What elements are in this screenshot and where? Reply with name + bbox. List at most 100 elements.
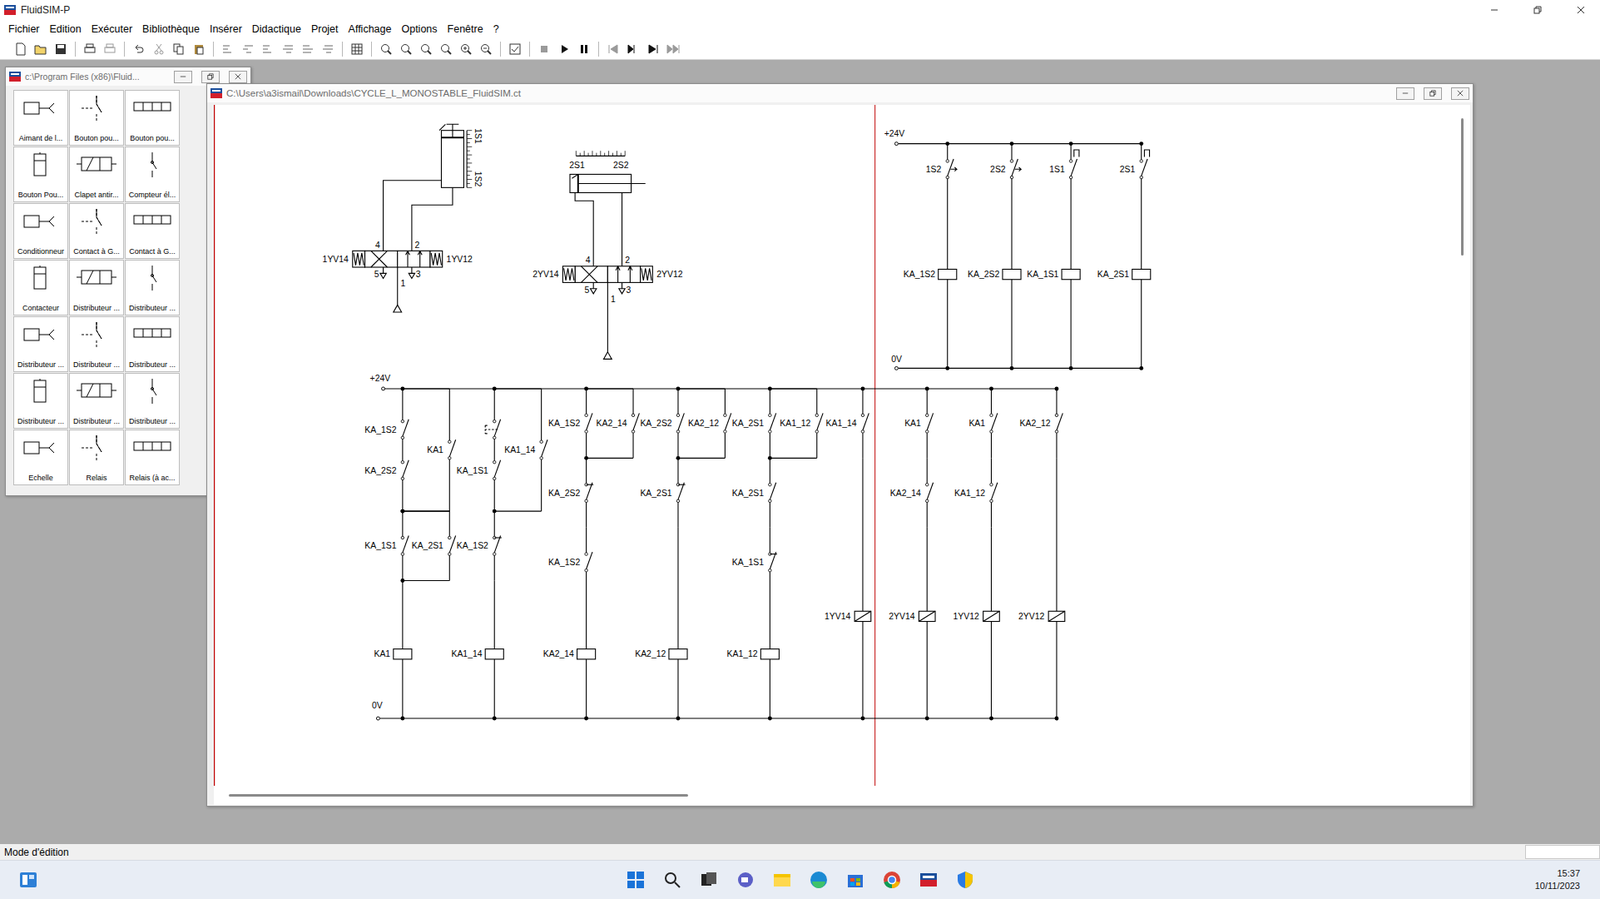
minimize-button[interactable]: [1396, 87, 1415, 100]
taskbar-app[interactable]: [662, 869, 683, 890]
relay-coil[interactable]: KA1_14: [450, 648, 504, 659]
taskbar-app[interactable]: [881, 869, 902, 890]
directional-valve[interactable]: 2YV142YV1242531: [532, 255, 683, 359]
no-contact[interactable]: KA_2S1: [732, 482, 777, 503]
close-button[interactable]: [1561, 0, 1600, 20]
toolbar-button[interactable]: [238, 39, 258, 59]
library-item[interactable]: Distributeur ...: [69, 259, 124, 316]
library-item[interactable]: Distributeur ...: [69, 372, 124, 429]
solenoid-coil[interactable]: 1YV12: [953, 610, 1001, 621]
toolbar-button[interactable]: [258, 39, 278, 59]
taskbar-app[interactable]: [698, 869, 719, 890]
magnetic-contact[interactable]: 2S2: [990, 158, 1021, 179]
no-contact[interactable]: KA1: [426, 439, 456, 460]
relay-coil[interactable]: KA_2S1: [1097, 268, 1151, 279]
toolbar-button[interactable]: [476, 39, 496, 59]
restore-button[interactable]: [1518, 0, 1557, 20]
toolbar-button[interactable]: [554, 39, 574, 59]
menu-item[interactable]: Insérer: [204, 21, 248, 37]
horizontal-cylinder[interactable]: 2S12S2: [569, 150, 645, 193]
menu-item[interactable]: ?: [488, 21, 505, 37]
toolbar-button[interactable]: [396, 39, 416, 59]
no-contact[interactable]: KA_1S2: [548, 412, 593, 433]
no-contact[interactable]: KA_2S1: [732, 412, 777, 433]
restore-button[interactable]: [1423, 87, 1442, 100]
no-contact[interactable]: KA_1S2: [364, 419, 409, 440]
relay-coil[interactable]: KA_2S2: [967, 268, 1021, 279]
roller-contact[interactable]: 2S1: [1119, 149, 1150, 179]
menu-item[interactable]: Bibliothèque: [137, 21, 205, 37]
menu-item[interactable]: Projet: [306, 21, 344, 37]
magnetic-contact[interactable]: 1S2: [926, 158, 957, 179]
library-item[interactable]: Distributeur ...: [13, 316, 69, 372]
scroll-thumb[interactable]: [228, 793, 689, 797]
no-contact[interactable]: KA_1S1: [456, 460, 501, 481]
relay-coil[interactable]: KA1: [373, 648, 412, 659]
no-contact[interactable]: KA2_12: [1020, 412, 1064, 433]
no-contact[interactable]: KA1_14: [826, 412, 870, 433]
library-item[interactable]: Distributeur ...: [124, 372, 180, 429]
toolbar-button[interactable]: [534, 39, 554, 59]
widgets-button[interactable]: [18, 869, 39, 890]
toolbar-button[interactable]: [456, 39, 476, 59]
library-item[interactable]: Conditionneur: [13, 203, 69, 259]
toolbar-button[interactable]: [347, 39, 367, 59]
toolbar-button[interactable]: [100, 39, 119, 59]
horizontal-scrollbar[interactable]: [213, 785, 1454, 805]
toolbar-button[interactable]: [218, 39, 238, 59]
toolbar-button[interactable]: [436, 39, 456, 59]
no-contact[interactable]: KA_2S1: [411, 535, 456, 556]
library-item[interactable]: Aimant de l...: [13, 89, 69, 146]
solenoid-coil[interactable]: 2YV12: [1018, 610, 1066, 621]
roller-contact[interactable]: 1S1: [1049, 149, 1080, 179]
no-contact[interactable]: KA2_14: [890, 482, 934, 503]
toolbar-button[interactable]: [51, 39, 70, 59]
directional-valve[interactable]: 1YV141YV1242531: [322, 240, 473, 313]
taskbar-app[interactable]: [772, 869, 793, 890]
no-contact[interactable]: KA2_12: [688, 412, 732, 433]
menu-item[interactable]: Edition: [44, 21, 87, 37]
relay-coil[interactable]: KA_1S2: [903, 268, 957, 279]
toolbar-button[interactable]: [129, 39, 149, 59]
circuit-canvas[interactable]: 1S11S21YV141YV12425312S12S22YV142YV12425…: [213, 104, 1454, 786]
library-item[interactable]: Bouton Pou...: [13, 146, 69, 203]
library-item[interactable]: Contact à G...: [124, 203, 180, 259]
taskbar-app[interactable]: [808, 869, 829, 890]
taskbar-app[interactable]: [735, 869, 756, 890]
minimize-button[interactable]: [173, 70, 193, 84]
clock[interactable]: 15:3710/11/2023: [1535, 866, 1600, 892]
no-contact[interactable]: KA_1S2: [548, 551, 593, 572]
toolbar-button[interactable]: [278, 39, 298, 59]
toolbar-button[interactable]: [624, 39, 643, 59]
relay-coil[interactable]: KA_1S1: [1026, 268, 1080, 279]
library-item[interactable]: Contact à G...: [69, 203, 124, 259]
library-item[interactable]: Distributeur ...: [124, 259, 180, 316]
toolbar-button[interactable]: [31, 39, 50, 59]
toolbar-button[interactable]: [643, 39, 663, 59]
no-contact[interactable]: KA1: [904, 412, 933, 433]
library-item[interactable]: Distributeur ...: [124, 316, 180, 372]
menu-item[interactable]: Didactique: [247, 21, 307, 37]
nc-contact[interactable]: KA_2S1: [639, 482, 685, 503]
taskbar-app[interactable]: [955, 869, 976, 890]
relay-coil[interactable]: KA1_12: [727, 648, 780, 659]
vertical-cylinder[interactable]: 1S11S2: [439, 123, 483, 188]
library-item[interactable]: Relais (à ac...: [124, 429, 180, 486]
taskbar-app[interactable]: [918, 869, 939, 890]
nc-contact[interactable]: KA_1S1: [732, 551, 778, 572]
no-contact[interactable]: KA2_14: [596, 412, 640, 433]
nc-contact[interactable]: KA_2S2: [548, 482, 594, 503]
toolbar-button[interactable]: [663, 39, 683, 59]
library-item[interactable]: Contacteur: [13, 259, 69, 316]
toolbar-button[interactable]: [376, 39, 396, 59]
solenoid-coil[interactable]: 1YV14: [824, 610, 872, 621]
toolbar-button[interactable]: [574, 39, 594, 59]
library-item[interactable]: Echelle: [13, 429, 69, 486]
menu-item[interactable]: Affichage: [343, 21, 397, 37]
toolbar-button[interactable]: [11, 39, 30, 59]
solenoid-coil[interactable]: 2YV14: [888, 610, 936, 621]
toolbar-button[interactable]: [80, 39, 100, 59]
no-contact[interactable]: KA1: [968, 412, 997, 433]
menu-item[interactable]: Exécuter: [86, 21, 138, 37]
toolbar-button[interactable]: [149, 39, 169, 59]
